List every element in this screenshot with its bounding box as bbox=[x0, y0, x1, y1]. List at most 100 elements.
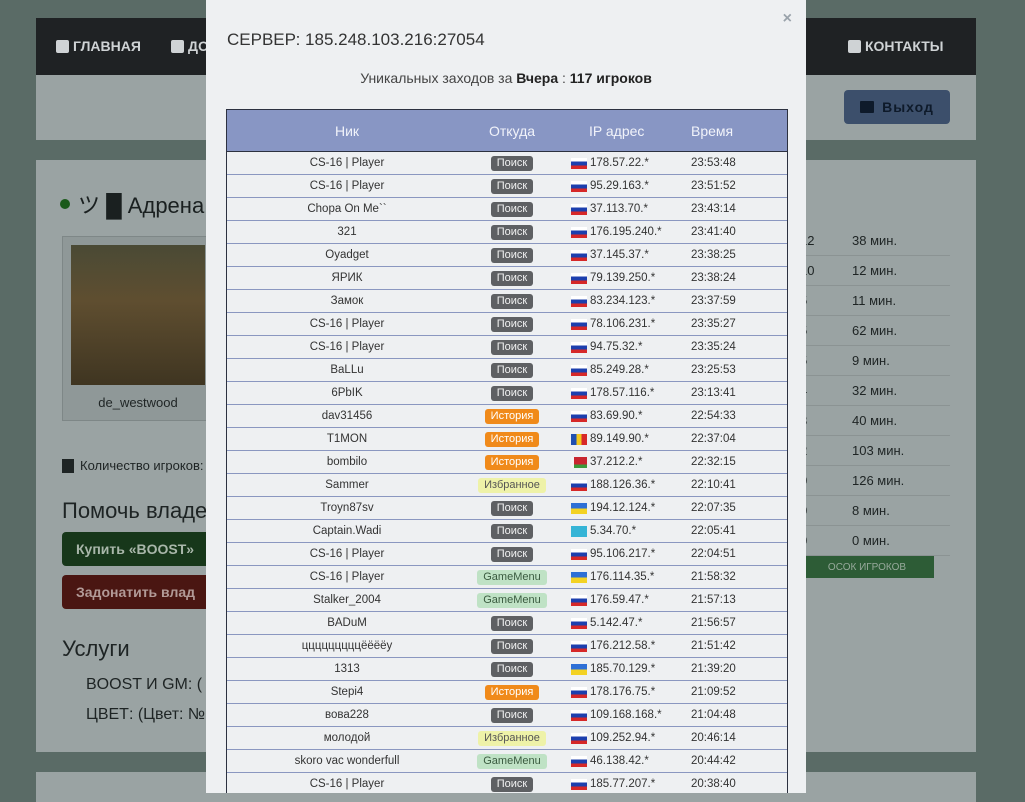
source-badge: Поиск bbox=[490, 316, 534, 332]
nav-home[interactable]: ГЛАВНАЯ bbox=[56, 38, 141, 54]
visit-time: 23:37:59 bbox=[691, 295, 736, 307]
help-owner-title: Помочь владел bbox=[62, 498, 220, 523]
top-player-score: 4 bbox=[800, 383, 852, 398]
country-flag-icon bbox=[571, 203, 587, 215]
source-cell: Поиск bbox=[467, 385, 557, 401]
visit-time: 20:38:40 bbox=[691, 778, 736, 790]
source-badge: История bbox=[484, 454, 540, 470]
nav-contacts[interactable]: КОНТАКТЫ bbox=[848, 38, 943, 54]
ip-address: 5.142.47.* bbox=[590, 617, 643, 629]
ip-address: 83.234.123.* bbox=[590, 295, 656, 307]
table-body: CS-16 | Player Поиск 178.57.22.* 23:53:48 CS… bbox=[227, 152, 787, 793]
source-badge: Поиск bbox=[490, 339, 534, 355]
source-cell: Поиск bbox=[467, 224, 557, 240]
column-time: Время bbox=[691, 122, 734, 139]
top-player-time: 12 мин. bbox=[852, 263, 898, 278]
source-badge: Избранное bbox=[478, 477, 546, 493]
player-nick: skoro vac wonderfull bbox=[294, 755, 400, 767]
player-nick: 6PbIK bbox=[331, 387, 363, 399]
country-flag-icon bbox=[571, 456, 587, 468]
server-name: ツ █ Адрена bbox=[60, 188, 204, 220]
player-nick: CS-16 | Player bbox=[309, 548, 385, 560]
ip-address: 178.57.22.* bbox=[590, 157, 649, 169]
source-badge: GameMenu bbox=[477, 753, 547, 769]
source-cell: Поиск bbox=[467, 339, 557, 355]
ip-cell: 178.57.116.* bbox=[557, 387, 687, 399]
top-player-row: 12 38 мин. bbox=[800, 226, 950, 256]
source-cell: Поиск bbox=[467, 178, 557, 194]
ip-cell: 95.106.217.* bbox=[557, 548, 687, 560]
players-list-button[interactable]: ОСОК ИГРОКОВ bbox=[800, 556, 934, 578]
top-player-score: 5 bbox=[800, 293, 852, 308]
ip-cell: 94.75.32.* bbox=[557, 341, 687, 353]
visit-time: 23:51:52 bbox=[691, 180, 736, 192]
source-badge: GameMenu bbox=[477, 592, 547, 608]
nav-home-label: ГЛАВНАЯ bbox=[73, 38, 141, 54]
top-player-score: 5 bbox=[800, 323, 852, 338]
table-row: CS-16 | Player Поиск 78.106.231.* 23:35:27 bbox=[227, 313, 787, 336]
top-player-time: 9 мин. bbox=[852, 353, 890, 368]
ip-cell: 37.113.70.* bbox=[557, 203, 687, 215]
exit-button[interactable]: Выход bbox=[844, 90, 950, 124]
table-row: BADuM Поиск 5.142.47.* 21:56:57 bbox=[227, 612, 787, 635]
source-badge: GameMenu bbox=[477, 569, 547, 585]
top-player-row: 59 мин. bbox=[800, 346, 950, 376]
visit-time: 21:58:32 bbox=[691, 571, 736, 583]
source-cell: GameMenu bbox=[467, 592, 557, 608]
source-badge: Избранное bbox=[478, 730, 546, 746]
table-row: вова228 Поиск 109.168.168.* 21:04:48 bbox=[227, 704, 787, 727]
source-cell: Поиск bbox=[467, 155, 557, 171]
ip-address: 176.212.58.* bbox=[590, 640, 656, 652]
service-line: ЦВЕТ: (Цвет: № bbox=[86, 706, 206, 723]
source-badge: Поиск bbox=[490, 362, 534, 378]
ip-cell: 5.142.47.* bbox=[557, 617, 687, 629]
source-cell: Поиск bbox=[467, 776, 557, 792]
visit-time: 22:54:33 bbox=[691, 410, 736, 422]
country-flag-icon bbox=[571, 778, 587, 790]
ip-cell: 176.195.240.* bbox=[557, 226, 687, 238]
player-nick: Stepi4 bbox=[330, 686, 364, 698]
player-nick: CS-16 | Player bbox=[309, 571, 385, 583]
table-row: Stalker_2004 GameMenu 176.59.47.* 21:57:13 bbox=[227, 589, 787, 612]
nav-contacts-label: КОНТАКТЫ bbox=[865, 38, 944, 54]
top-player-time: 0 мин. bbox=[852, 533, 890, 548]
ip-cell: 46.138.42.* bbox=[557, 755, 687, 767]
ip-address: 37.145.37.* bbox=[590, 249, 649, 261]
services-title: Услуги bbox=[62, 636, 130, 661]
table-row: T1MON История 89.149.90.* 22:37:04 bbox=[227, 428, 787, 451]
source-cell: Поиск bbox=[467, 362, 557, 378]
player-nick: Chopa On Me`` bbox=[307, 203, 387, 215]
visit-time: 22:37:04 bbox=[691, 433, 736, 445]
country-flag-icon bbox=[571, 686, 587, 698]
source-badge: Поиск bbox=[490, 615, 534, 631]
player-icon bbox=[62, 458, 74, 473]
nav-add[interactable]: ДО bbox=[171, 38, 209, 54]
visit-time: 21:39:20 bbox=[691, 663, 736, 675]
top-player-time: 62 мин. bbox=[852, 323, 898, 338]
country-flag-icon bbox=[571, 732, 587, 744]
source-cell: Избранное bbox=[467, 730, 557, 746]
source-badge: Поиск bbox=[490, 224, 534, 240]
source-badge: Поиск bbox=[490, 293, 534, 309]
top-player-score: 10 bbox=[800, 263, 815, 278]
visit-time: 20:44:42 bbox=[691, 755, 736, 767]
ip-cell: 5.34.70.* bbox=[557, 525, 687, 537]
ip-cell: 178.176.75.* bbox=[557, 686, 687, 698]
table-row: Oyadget Поиск 37.145.37.* 23:38:25 bbox=[227, 244, 787, 267]
table-row: CS-16 | Player Поиск 178.57.22.* 23:53:48 bbox=[227, 152, 787, 175]
player-nick: CS-16 | Player bbox=[309, 157, 385, 169]
table-header: Ник Откуда IP адрес Время bbox=[227, 110, 787, 152]
source-badge: Поиск bbox=[490, 247, 534, 263]
close-icon[interactable]: × bbox=[783, 10, 792, 28]
visit-time: 23:41:40 bbox=[691, 226, 736, 238]
source-cell: Поиск bbox=[467, 270, 557, 286]
source-cell: Избранное bbox=[467, 477, 557, 493]
top-player-row: 10 12 мин. bbox=[800, 256, 950, 286]
player-nick: Stalker_2004 bbox=[313, 594, 381, 606]
modal-title: СЕРВЕР: 185.248.103.216:27054 bbox=[227, 30, 485, 49]
table-row: CS-16 | Player Поиск 95.106.217.* 22:04:51 bbox=[227, 543, 787, 566]
visit-time: 23:35:27 bbox=[691, 318, 736, 330]
visit-time: 23:35:24 bbox=[691, 341, 736, 353]
plus-square-icon bbox=[171, 39, 184, 53]
country-flag-icon bbox=[571, 387, 587, 399]
